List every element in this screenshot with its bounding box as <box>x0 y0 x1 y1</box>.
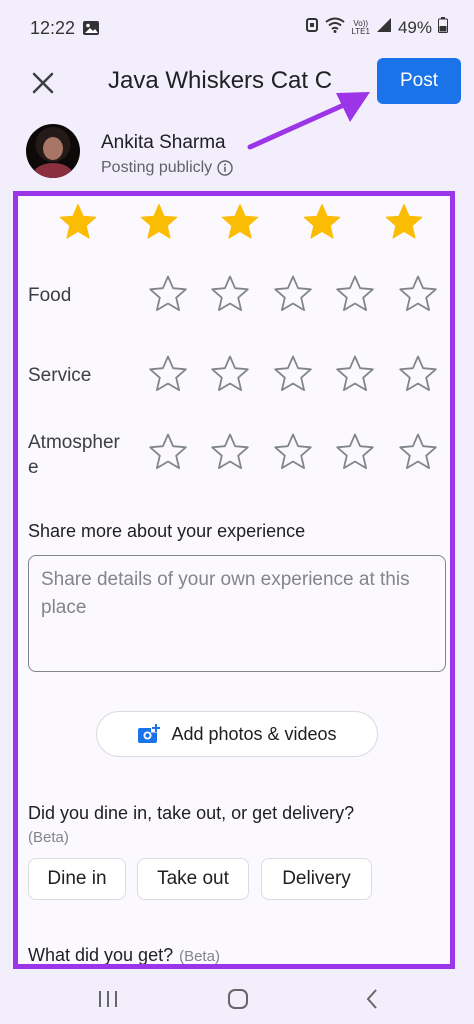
back-button[interactable] <box>350 979 394 1019</box>
service-star-3-icon-shape <box>274 355 312 391</box>
review-header: Java Whiskers Cat C Post <box>0 58 474 118</box>
service-star-5-icon-shape <box>399 355 437 391</box>
food-star-1-icon[interactable] <box>148 274 188 314</box>
atmosphere-star-2-icon-shape <box>211 433 249 469</box>
overall-star-1-icon-shape <box>59 204 97 239</box>
status-bar: 12:22 Vo)) LTE1 49% <box>0 0 474 58</box>
recent-apps-icon <box>99 991 117 1007</box>
service-star-5-icon[interactable] <box>398 354 438 394</box>
food-star-3-icon-shape <box>274 275 312 311</box>
food-star-2-icon[interactable] <box>210 274 250 314</box>
food-star-5-icon-shape <box>399 275 437 311</box>
add-photo-icon <box>138 723 162 743</box>
what-did-you-get-label: What did you get? <box>28 945 174 965</box>
signal-icon <box>376 17 392 38</box>
wifi-icon <box>325 17 346 38</box>
rating-row-service: Service <box>18 354 450 410</box>
service-star-1-icon[interactable] <box>148 354 188 394</box>
overall-star-4-icon-shape <box>303 204 341 239</box>
rating-label-service: Service <box>28 365 92 386</box>
overall-star-2-icon-shape <box>140 204 178 239</box>
atmosphere-star-1-icon-shape <box>149 433 187 469</box>
dining-beta-tag: (Beta) <box>28 829 69 846</box>
author-row: Ankita Sharma Posting publicly <box>26 124 446 184</box>
what-did-you-get-question: What did you get? (Beta) <box>28 945 220 965</box>
network-type: Vo)) LTE1 <box>351 19 370 36</box>
food-star-5-icon[interactable] <box>398 274 438 314</box>
overall-star-5-icon-shape <box>385 204 423 239</box>
status-right: Vo)) LTE1 49% <box>305 17 448 38</box>
info-icon <box>217 160 233 176</box>
network-lte-label: LTE1 <box>351 26 370 36</box>
overall-star-3-icon-shape <box>221 204 259 239</box>
what-did-you-get-beta-tag: (Beta) <box>179 948 220 965</box>
atmosphere-star-5-icon-shape <box>399 433 437 469</box>
overall-star-4-icon[interactable] <box>302 202 342 242</box>
service-star-4-icon[interactable] <box>335 354 375 394</box>
atmosphere-star-3-icon-shape <box>274 433 312 469</box>
post-button[interactable]: Post <box>377 58 461 104</box>
delivery-chip[interactable]: Delivery <box>261 858 372 900</box>
service-star-2-icon-shape <box>211 355 249 391</box>
atmosphere-star-1-icon[interactable] <box>148 432 188 472</box>
battery-icon <box>438 17 448 38</box>
service-star-2-icon[interactable] <box>210 354 250 394</box>
system-nav-bar <box>0 969 474 1024</box>
overall-star-2-icon[interactable] <box>139 202 179 242</box>
rating-row-atmosphere: Atmospher e <box>18 432 450 488</box>
dine-in-chip[interactable]: Dine in <box>28 858 126 900</box>
food-star-4-icon[interactable] <box>335 274 375 314</box>
back-icon <box>366 989 377 1009</box>
service-star-3-icon[interactable] <box>273 354 313 394</box>
rating-row-food: Food <box>18 274 450 330</box>
recent-apps-button[interactable] <box>86 979 130 1019</box>
rating-label-atmosphere: Atmospher e <box>28 432 120 478</box>
overall-star-5-icon[interactable] <box>384 202 424 242</box>
posting-visibility[interactable]: Posting publicly <box>101 159 233 177</box>
avatar <box>26 124 80 178</box>
take-out-chip[interactable]: Take out <box>137 858 249 900</box>
add-photos-button[interactable]: Add photos & videos <box>96 711 378 757</box>
review-section-title: Share more about your experience <box>28 521 306 541</box>
alarm-icon <box>305 17 319 38</box>
atmosphere-star-4-icon[interactable] <box>335 432 375 472</box>
service-star-4-icon-shape <box>336 355 374 391</box>
close-icon <box>32 72 54 94</box>
gallery-notification-icon <box>82 20 100 41</box>
atmosphere-star-4-icon-shape <box>336 433 374 469</box>
home-button[interactable] <box>216 979 260 1019</box>
review-form: Food Service Atmospher e Share more abou… <box>13 191 455 969</box>
battery-percent: 49% <box>397 17 432 37</box>
overall-star-3-icon[interactable] <box>220 202 260 242</box>
rating-label-food: Food <box>28 285 72 306</box>
food-star-2-icon-shape <box>211 275 249 311</box>
close-button[interactable] <box>26 66 60 100</box>
dining-question: Did you dine in, take out, or get delive… <box>28 803 355 823</box>
review-text-input[interactable] <box>28 555 446 672</box>
posting-visibility-label: Posting publicly <box>101 159 213 176</box>
atmosphere-star-2-icon[interactable] <box>210 432 250 472</box>
add-photos-label: Add photos & videos <box>171 723 337 744</box>
home-icon <box>228 989 248 1009</box>
food-star-3-icon[interactable] <box>273 274 313 314</box>
overall-star-1-icon[interactable] <box>58 202 98 242</box>
author-name: Ankita Sharma <box>101 132 226 153</box>
status-time: 12:22 <box>30 18 76 38</box>
service-star-1-icon-shape <box>149 355 187 391</box>
food-star-1-icon-shape <box>149 275 187 311</box>
overall-rating <box>18 196 450 246</box>
atmosphere-star-3-icon[interactable] <box>273 432 313 472</box>
food-star-4-icon-shape <box>336 275 374 311</box>
atmosphere-star-5-icon[interactable] <box>398 432 438 472</box>
